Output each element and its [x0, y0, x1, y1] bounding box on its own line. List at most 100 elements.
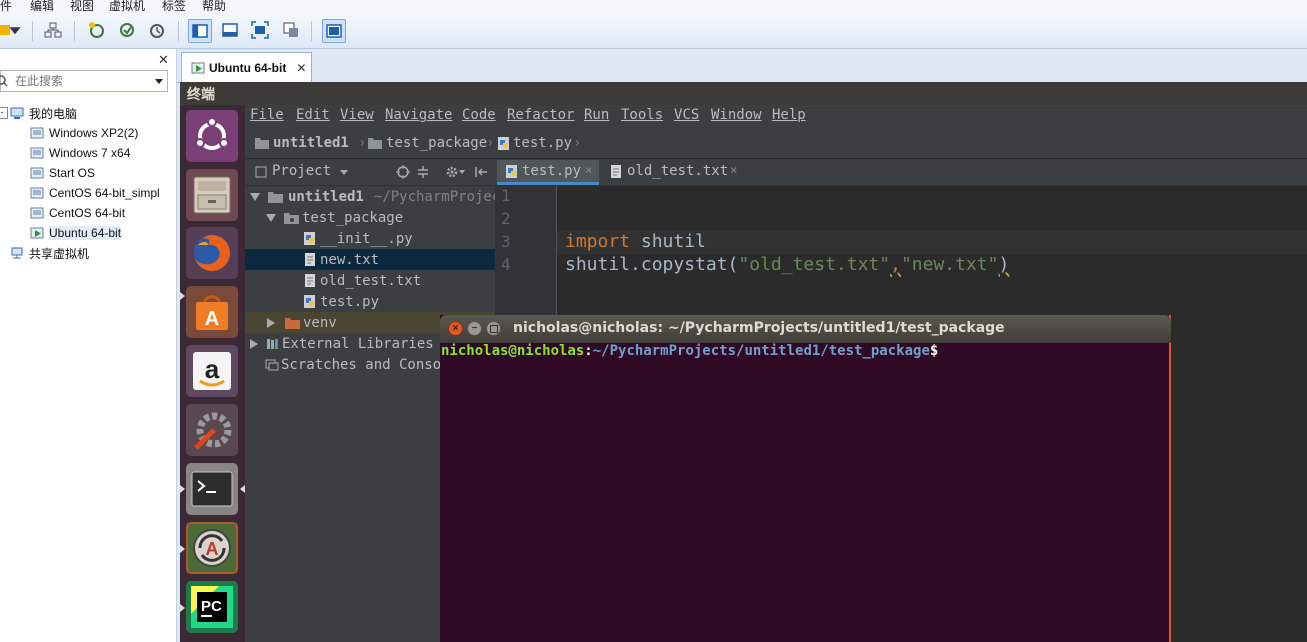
menu-tools[interactable]: Tools	[621, 107, 663, 123]
menu-run[interactable]: Run	[584, 107, 609, 123]
shared-vm-icon	[11, 247, 23, 259]
tree-node-project-root[interactable]: untitled1 ~/PycharmProjec	[250, 186, 495, 207]
locate-icon[interactable]	[396, 165, 410, 179]
vm-running-icon	[191, 62, 205, 73]
library-close-icon[interactable]: ✕	[158, 52, 169, 68]
tree-item-vm[interactable]: Start OS	[30, 164, 95, 182]
collapsed-arrow-icon[interactable]	[250, 338, 258, 349]
editor-tab-test-py[interactable]: test.py ×	[497, 160, 599, 185]
terminal-titlebar[interactable]: × − nicholas@nicholas: ~/PycharmProjects…	[440, 315, 1171, 343]
terminal-window[interactable]	[440, 315, 1171, 642]
menu-refactor[interactable]: Refactor	[507, 107, 574, 123]
ubuntu-dash-icon[interactable]	[186, 110, 238, 162]
system-settings-icon[interactable]	[186, 404, 238, 456]
vm-running-icon	[30, 227, 44, 239]
running-indicator-icon	[180, 604, 185, 612]
pycharm-icon[interactable]: PC	[186, 581, 238, 633]
line-number: 2	[501, 209, 511, 228]
expanded-arrow-icon[interactable]	[266, 213, 276, 222]
vmware-menubar: 件 编辑 视图 虚拟机 标签 帮助	[0, 0, 1307, 14]
collapsed-arrow-icon[interactable]	[267, 317, 275, 328]
tree-node-file-selected[interactable]: new.txt	[245, 249, 495, 270]
menu-window[interactable]: Window	[711, 107, 762, 123]
tab-close-icon[interactable]: ×	[730, 163, 737, 177]
search-dropdown-icon[interactable]	[155, 79, 163, 85]
tree-item-vm[interactable]: CentOS 64-bit_simpl	[30, 184, 160, 202]
breadcrumb-package[interactable]: test_package	[386, 135, 487, 151]
firefox-icon[interactable]	[186, 227, 238, 279]
menu-file[interactable]: 件	[0, 0, 12, 14]
package-folder-icon	[284, 212, 299, 224]
collapse-all-icon[interactable]	[416, 165, 430, 179]
project-view-selector[interactable]: Project	[272, 163, 331, 179]
software-center-icon[interactable]: A	[186, 286, 238, 338]
python-file-icon	[304, 295, 315, 308]
menu-vcs[interactable]: VCS	[674, 107, 699, 123]
menu-view[interactable]: View	[340, 107, 374, 123]
breadcrumb-project[interactable]: untitled1	[273, 135, 349, 151]
breadcrumb-file[interactable]: test.py	[513, 135, 572, 151]
vm-icon	[30, 127, 44, 139]
tree-item-vm[interactable]: Windows XP2(2)	[30, 124, 138, 142]
running-indicator-icon	[180, 292, 185, 300]
menu-help[interactable]: Help	[772, 107, 806, 123]
menu-edit[interactable]: 编辑	[30, 0, 54, 14]
show-library-icon[interactable]	[188, 19, 212, 43]
menu-code[interactable]: Code	[462, 107, 496, 123]
text-file-icon	[305, 274, 315, 287]
menu-tabs[interactable]: 标签	[162, 0, 186, 14]
hide-toolwindow-icon[interactable]	[474, 165, 488, 179]
minimize-icon[interactable]: −	[467, 321, 482, 336]
tree-node-external-libraries[interactable]: External Libraries	[250, 333, 434, 354]
gear-icon[interactable]	[445, 165, 459, 179]
snapshot-manager-icon[interactable]	[146, 19, 168, 41]
terminal-icon[interactable]	[186, 463, 238, 515]
menu-navigate[interactable]: Navigate	[385, 107, 452, 123]
menu-edit[interactable]: Edit	[296, 107, 330, 123]
vmware-toolbar	[0, 14, 1307, 49]
power-dropdown-icon[interactable]	[8, 19, 22, 41]
menu-help[interactable]: 帮助	[202, 0, 226, 14]
menu-view[interactable]: 视图	[70, 0, 94, 14]
chevron-down-icon[interactable]	[340, 170, 348, 175]
vm-icon	[30, 187, 44, 199]
gear-dropdown-icon[interactable]	[459, 170, 465, 174]
terminal-title: nicholas@nicholas: ~/PycharmProjects/unt…	[513, 320, 1005, 336]
vm-tab-bar	[177, 49, 1307, 83]
menu-file[interactable]: File	[250, 107, 284, 123]
tree-item-my-computer[interactable]: - 我的电脑	[0, 104, 77, 122]
thumbnail-bar-icon[interactable]	[219, 19, 241, 41]
amazon-icon[interactable]: a	[186, 345, 238, 397]
snapshot-icon[interactable]	[85, 19, 107, 41]
tree-item-vm[interactable]: Windows 7 x64	[30, 144, 130, 162]
maximize-icon[interactable]	[486, 321, 501, 336]
tree-item-shared-vms[interactable]: 共享虚拟机	[10, 244, 89, 262]
tree-node-scratches[interactable]: Scratches and Consol	[265, 354, 450, 375]
library-search-input[interactable]	[15, 72, 145, 90]
editor-tab-old-test-txt[interactable]: old_test.txt ×	[607, 160, 742, 185]
tree-node-package[interactable]: test_package	[266, 207, 403, 228]
tree-node-file[interactable]: __init__.py	[303, 228, 413, 249]
tree-item-vm[interactable]: CentOS 64-bit	[30, 204, 125, 222]
network-icon[interactable]	[42, 19, 64, 41]
files-icon[interactable]	[186, 169, 238, 221]
tree-item-vm-selected[interactable]: Ubuntu 64-bit	[30, 224, 122, 242]
folder-icon	[268, 191, 283, 203]
unity-launcher: A a A PC	[180, 105, 245, 642]
unity-mode-icon[interactable]	[280, 19, 302, 41]
navigation-breadcrumb: untitled1 › test_package › test.py ›	[245, 130, 1307, 159]
revert-snapshot-icon[interactable]	[116, 19, 138, 41]
tab-ubuntu-64-bit[interactable]: Ubuntu 64-bit ✕	[181, 52, 312, 82]
tab-close-icon[interactable]: ×	[585, 163, 592, 177]
menu-vm[interactable]: 虚拟机	[109, 0, 145, 14]
close-icon[interactable]: ×	[448, 321, 463, 336]
tree-node-file[interactable]: old_test.txt	[303, 270, 421, 291]
fullscreen-icon[interactable]	[249, 19, 271, 41]
tab-close-icon[interactable]: ✕	[296, 61, 306, 75]
software-updater-icon[interactable]: A	[186, 522, 238, 574]
tree-node-file[interactable]: test.py	[303, 291, 379, 312]
console-view-icon[interactable]	[322, 19, 346, 43]
expanded-arrow-icon[interactable]	[250, 192, 260, 201]
code-line-4: shutil.copystat("old_test.txt","new.txt"…	[565, 254, 1010, 275]
excluded-folder-icon	[285, 317, 300, 329]
